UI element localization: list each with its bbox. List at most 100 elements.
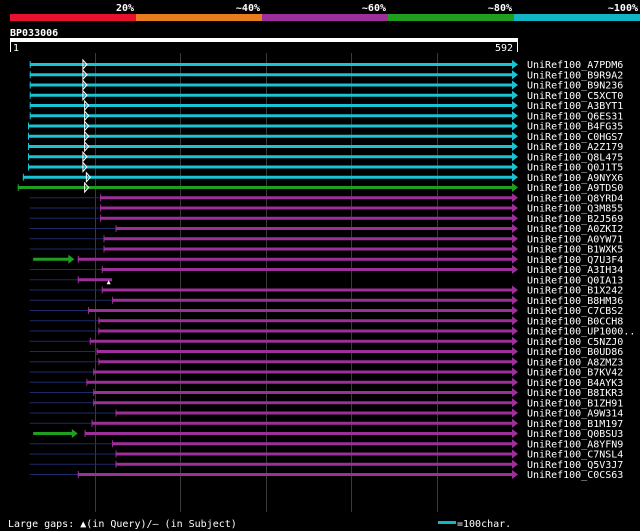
query-start: 1 — [13, 43, 19, 54]
large-gaps-legend: Large gaps: ▲(in Query)/– (in Subject) — [8, 519, 237, 530]
scale-label-3: ~60% — [362, 3, 386, 14]
hit-bar — [77, 473, 513, 476]
hit-end-arrow — [512, 459, 518, 469]
hit-end-arrow — [512, 121, 518, 131]
scale-swatch — [438, 521, 456, 524]
hit-label[interactable]: UniRef100_C0CS63 — [527, 470, 623, 481]
hit-end-arrow — [512, 429, 518, 438]
hit-end-arrow — [512, 60, 518, 69]
secondary-hsp-bar — [33, 257, 70, 261]
hit-end-arrow — [512, 306, 518, 315]
identity-scale: 20% ~40% ~60% ~80% ~100% — [10, 3, 640, 21]
query-ruler: 1 592 — [10, 38, 518, 54]
query-bar — [10, 38, 518, 42]
hit-end-arrow — [512, 152, 518, 162]
scale-segment-4 — [388, 14, 514, 21]
hit-bar — [112, 298, 513, 302]
hit-end-arrow — [512, 213, 518, 223]
hit-end-arrow — [512, 254, 518, 264]
hit-row[interactable]: UniRef100_C0CS63 — [29, 470, 624, 481]
hit-end-arrow — [512, 347, 518, 356]
scale-label-2: ~40% — [236, 3, 260, 14]
secondary-hsp-bar — [33, 432, 73, 435]
hit-end-arrow — [512, 285, 518, 295]
hit-end-arrow — [512, 111, 518, 121]
hit-end-arrow — [512, 295, 518, 305]
hit-bar — [112, 442, 513, 446]
hit-end-arrow — [512, 336, 518, 346]
scale-text: =100char. — [457, 519, 511, 530]
hit-end-arrow — [512, 172, 518, 182]
hit-end-arrow — [512, 367, 518, 377]
scale-label-5: ~100% — [608, 3, 638, 14]
query-name: BP033006 — [10, 28, 58, 39]
hit-end-arrow — [512, 449, 518, 459]
hit-end-arrow — [512, 183, 518, 192]
hit-end-arrow — [512, 70, 518, 80]
hit-bar — [115, 411, 514, 415]
hit-bar — [29, 114, 514, 118]
hit-bar — [93, 370, 513, 374]
hit-end-arrow — [512, 398, 518, 408]
scale-segment-2 — [136, 14, 262, 21]
hit-bar — [115, 462, 514, 466]
hit-end-arrow — [512, 101, 518, 110]
hit-end-arrow — [512, 244, 518, 254]
hit-end-arrow — [512, 470, 518, 479]
hit-end-arrow — [512, 131, 518, 141]
hit-bar — [17, 186, 513, 189]
hit-bar — [98, 329, 513, 333]
hit-bar — [29, 73, 514, 77]
secondary-hsp-arrow — [71, 429, 78, 438]
hit-end-arrow — [512, 408, 518, 418]
hit-bar — [88, 309, 514, 312]
hit-end-arrow — [512, 265, 518, 274]
hit-bar — [77, 278, 113, 282]
hit-end-arrow — [512, 224, 518, 233]
hit-bar — [28, 124, 513, 128]
hit-list: UniRef100_A7PDM6UniRef100_B9R9A2UniRef10… — [17, 58, 635, 481]
hit-end-arrow — [512, 326, 518, 336]
hit-bar — [101, 288, 514, 292]
hit-bar — [28, 134, 513, 138]
hit-end-arrow — [512, 316, 518, 326]
hit-end-arrow — [512, 193, 518, 203]
alignment-overview: 20% ~40% ~60% ~80% ~100% BP033006 1 592 UniR… — [8, 3, 640, 530]
hit-bar — [103, 247, 513, 251]
scale-label-1: 20% — [116, 3, 134, 14]
hit-bar — [96, 350, 514, 353]
secondary-hsp-arrow — [68, 254, 75, 264]
hit-bar — [89, 339, 513, 343]
footer-legend: Large gaps: ▲(in Query)/– (in Subject) =1… — [8, 519, 511, 530]
hit-bar — [28, 145, 513, 148]
hit-end-arrow — [512, 234, 518, 244]
hit-bar — [22, 175, 514, 179]
hit-bar — [93, 391, 513, 394]
hit-end-arrow — [512, 388, 518, 397]
hit-bar — [98, 360, 513, 364]
query-end: 592 — [495, 43, 513, 54]
hit-bar — [28, 165, 513, 169]
hit-end-arrow — [512, 90, 518, 100]
scale-segment-5 — [514, 14, 640, 21]
hit-bar — [100, 196, 513, 200]
hit-bar — [93, 401, 513, 405]
hit-bar — [115, 227, 514, 230]
hit-bar — [91, 421, 513, 425]
gaps-query-text: (in Query)/ — [86, 519, 152, 530]
hit-end-arrow — [512, 439, 518, 449]
scale-segment-1 — [10, 14, 136, 21]
gaps-subject-text: – (in Subject) — [153, 519, 237, 530]
gaps-prefix: Large gaps: — [8, 519, 80, 530]
hit-end-arrow — [512, 357, 518, 367]
hit-end-arrow — [512, 162, 518, 172]
hit-end-arrow — [512, 203, 518, 213]
hit-end-arrow — [512, 377, 518, 387]
hit-bar — [115, 452, 514, 456]
hit-bar — [29, 83, 514, 87]
hit-bar — [77, 257, 513, 261]
hit-bar — [28, 155, 513, 159]
hit-end-arrow — [512, 80, 518, 90]
hit-bar — [29, 104, 514, 107]
hit-bar — [101, 268, 514, 271]
